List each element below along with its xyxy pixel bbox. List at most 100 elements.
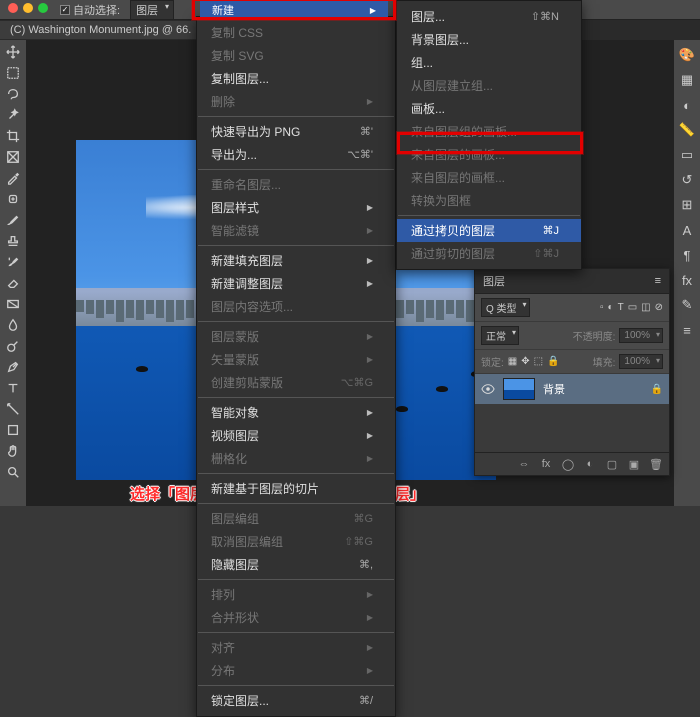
auto-select-toggle[interactable]: 自动选择: xyxy=(60,2,120,18)
paragraph-panel-icon[interactable]: ¶ xyxy=(675,244,699,266)
heal-tool-icon[interactable] xyxy=(1,189,25,209)
filter-adjust-icon[interactable]: ◐ xyxy=(608,302,614,313)
submenu-artboard-from-group: 来自图层组的画板... xyxy=(397,120,581,143)
menu-new-adjustment-layer[interactable]: 新建调整图层 xyxy=(197,272,395,295)
swatches-panel-icon[interactable]: ▦ xyxy=(675,69,699,91)
menu-copy-css: 复制 CSS xyxy=(197,21,395,44)
window-zoom[interactable] xyxy=(38,3,48,13)
menu-new-fill-layer[interactable]: 新建填充图层 xyxy=(197,249,395,272)
pen-tool-icon[interactable] xyxy=(1,357,25,377)
layer-thumbnail[interactable] xyxy=(503,378,535,400)
lock-nest-icon[interactable]: ⬚ xyxy=(534,356,543,367)
menu-export-as[interactable]: 导出为...⌥⌘' xyxy=(197,143,395,166)
brushes-panel-icon[interactable]: ✎ xyxy=(675,294,699,316)
blend-mode-select[interactable]: 正常 xyxy=(481,326,519,345)
mask-icon[interactable]: ◯ xyxy=(561,457,575,471)
adjust-panel-icon[interactable]: ◐ xyxy=(675,94,699,116)
submenu-layer-via-cut: 通过剪切的图层⇧⌘J xyxy=(397,242,581,265)
fx-icon[interactable]: fx xyxy=(539,457,553,471)
submenu-layer-via-copy[interactable]: 通过拷贝的图层⌘J xyxy=(397,219,581,242)
filter-smart-icon[interactable]: ◫ xyxy=(641,302,650,313)
ruler-panel-icon[interactable]: 📏 xyxy=(675,119,699,141)
text-panel-icon[interactable]: A xyxy=(675,219,699,241)
stamp-tool-icon[interactable] xyxy=(1,231,25,251)
trash-icon[interactable]: 🗑 xyxy=(649,457,663,471)
type-tool-icon[interactable] xyxy=(1,378,25,398)
menu-video-layer[interactable]: 视频图层 xyxy=(197,424,395,447)
panel-menu-icon[interactable]: ≡ xyxy=(655,275,661,287)
panel-dock: 🎨 ▦ ◐ 📏 ▭ ↺ ⊞ A ¶ fx ✎ ≡ xyxy=(674,40,700,506)
blur-tool-icon[interactable] xyxy=(1,315,25,335)
submenu-artboard[interactable]: 画板... xyxy=(397,97,581,120)
menu-smart-filter: 智能滤镜 xyxy=(197,219,395,242)
filter-shape-icon[interactable]: ▭ xyxy=(628,302,637,313)
window-minimize[interactable] xyxy=(23,3,33,13)
group-icon[interactable]: ▢ xyxy=(605,457,619,471)
menu-new-slice[interactable]: 新建基于图层的切片 xyxy=(197,477,395,500)
menu-layer-mask: 图层蒙版 xyxy=(197,325,395,348)
lasso-tool-icon[interactable] xyxy=(1,84,25,104)
document-tab[interactable]: (C) Washington Monument.jpg @ 66. xyxy=(0,21,201,39)
opacity-value[interactable]: 100% xyxy=(619,328,663,343)
filter-toggle-icon[interactable]: ⊘ xyxy=(655,302,663,313)
filter-type-icon[interactable]: T xyxy=(618,302,624,313)
marquee-tool-icon[interactable] xyxy=(1,63,25,83)
menu-clipping-mask: 创建剪贴蒙版⌥⌘G xyxy=(197,371,395,394)
menu-lock-layers[interactable]: 锁定图层...⌘/ xyxy=(197,689,395,712)
fill-value[interactable]: 100% xyxy=(619,354,663,369)
brush-tool-icon[interactable] xyxy=(1,210,25,230)
gradient-tool-icon[interactable] xyxy=(1,294,25,314)
auto-select-label: 自动选择: xyxy=(73,2,120,18)
submenu-bg-layer[interactable]: 背景图层... xyxy=(397,28,581,51)
align-panel-icon[interactable]: ≡ xyxy=(675,319,699,341)
menu-hide-layer[interactable]: 隐藏图层⌘, xyxy=(197,553,395,576)
history-panel-icon[interactable]: ↺ xyxy=(675,169,699,191)
submenu-to-frame: 转换为图框 xyxy=(397,189,581,212)
libraries-panel-icon[interactable]: ▭ xyxy=(675,144,699,166)
lock-position-icon[interactable]: ✥ xyxy=(521,356,529,367)
shape-tool-icon[interactable] xyxy=(1,420,25,440)
lock-label: 锁定: xyxy=(481,354,504,369)
menu-distribute: 分布 xyxy=(197,659,395,682)
move-tool-icon[interactable] xyxy=(1,42,25,62)
layer-name[interactable]: 背景 xyxy=(543,381,565,397)
submenu-group[interactable]: 组... xyxy=(397,51,581,74)
path-tool-icon[interactable] xyxy=(1,399,25,419)
styles-panel-icon[interactable]: fx xyxy=(675,269,699,291)
lock-all-icon[interactable]: 🔒 xyxy=(547,356,559,367)
eyedropper-tool-icon[interactable] xyxy=(1,168,25,188)
crop-tool-icon[interactable] xyxy=(1,126,25,146)
layers-panel: 图层 ≡ Q 类型 ▫ ◐ T ▭ ◫ ⊘ 正常 不透明度: 100% 锁定: … xyxy=(474,268,670,476)
adjustment-icon[interactable]: ◐ xyxy=(583,457,597,471)
lock-pixels-icon[interactable]: ▦ xyxy=(508,356,517,367)
menu-layer-style[interactable]: 图层样式 xyxy=(197,196,395,219)
frame-tool-icon[interactable] xyxy=(1,147,25,167)
layers-panel-title[interactable]: 图层 xyxy=(483,273,505,289)
menu-smart-object[interactable]: 智能对象 xyxy=(197,401,395,424)
layers-empty-area[interactable] xyxy=(475,404,669,452)
wand-tool-icon[interactable] xyxy=(1,105,25,125)
opacity-label: 不透明度: xyxy=(573,328,616,343)
auto-select-target[interactable]: 图层 xyxy=(130,0,174,20)
link-layers-icon[interactable]: ⇔ xyxy=(517,457,531,471)
visibility-toggle-icon[interactable] xyxy=(481,382,495,396)
zoom-tool-icon[interactable] xyxy=(1,462,25,482)
properties-panel-icon[interactable]: ⊞ xyxy=(675,194,699,216)
history-brush-icon[interactable] xyxy=(1,252,25,272)
submenu-layer[interactable]: 图层...⇧⌘N xyxy=(397,5,581,28)
window-close[interactable] xyxy=(8,3,18,13)
layer-filter-kind[interactable]: Q 类型 xyxy=(481,298,530,317)
dodge-tool-icon[interactable] xyxy=(1,336,25,356)
submenu-group-from-layers: 从图层建立组... xyxy=(397,74,581,97)
menu-item-new[interactable]: 新建▶ xyxy=(200,1,388,19)
hand-tool-icon[interactable] xyxy=(1,441,25,461)
menu-duplicate-layer[interactable]: 复制图层... xyxy=(197,67,395,90)
new-layer-icon[interactable]: ▣ xyxy=(627,457,641,471)
menu-quick-export-png[interactable]: 快速导出为 PNG⌘' xyxy=(197,120,395,143)
color-panel-icon[interactable]: 🎨 xyxy=(675,44,699,66)
menu-item-new-label: 新建 xyxy=(212,2,234,18)
layer-row-background[interactable]: 背景 🔒 xyxy=(475,374,669,404)
filter-image-icon[interactable]: ▫ xyxy=(600,302,604,313)
submenu-frame-from-layer: 来自图层的画框... xyxy=(397,166,581,189)
eraser-tool-icon[interactable] xyxy=(1,273,25,293)
